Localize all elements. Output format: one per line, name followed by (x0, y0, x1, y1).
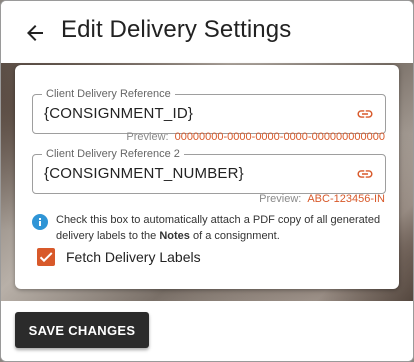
edit-delivery-settings-dialog: Edit Delivery Settings Client Delivery R… (0, 0, 414, 362)
client-delivery-reference-2-field[interactable]: Client Delivery Reference 2 {CONSIGNMENT… (32, 147, 386, 194)
preview-line: Preview: 00000000-0000-0000-0000-00000000… (126, 131, 385, 143)
field-value: {CONSIGNMENT_NUMBER} (44, 165, 244, 182)
preview-value: ABC-123456-IN (307, 193, 385, 205)
dialog-footer: SAVE CHANGES (1, 301, 413, 361)
dialog-header: Edit Delivery Settings (1, 1, 413, 63)
info-icon (32, 214, 48, 230)
preview-label: Preview: (126, 131, 169, 143)
checkmark-icon (39, 252, 53, 263)
fetch-delivery-labels-row[interactable]: Fetch Delivery Labels (37, 248, 201, 266)
field-label: Client Delivery Reference 2 (42, 147, 184, 161)
info-note: Check this box to automatically attach a… (32, 212, 392, 244)
arrow-left-icon (27, 25, 43, 41)
preview-line: Preview: ABC-123456-IN (259, 193, 385, 205)
link-icon[interactable] (355, 165, 375, 183)
field-value: {CONSIGNMENT_ID} (44, 105, 194, 122)
link-icon[interactable] (355, 105, 375, 123)
notes-bold: Notes (159, 230, 190, 242)
settings-card: Client Delivery Reference {CONSIGNMENT_I… (15, 65, 399, 289)
back-button[interactable] (23, 21, 47, 45)
client-delivery-reference-field[interactable]: Client Delivery Reference {CONSIGNMENT_I… (32, 87, 386, 134)
fetch-delivery-labels-checkbox[interactable] (37, 248, 55, 266)
checkbox-label: Fetch Delivery Labels (66, 249, 201, 265)
preview-label: Preview: (259, 193, 302, 205)
preview-value: 00000000-0000-0000-0000-000000000000 (174, 131, 385, 143)
field-label: Client Delivery Reference (42, 87, 175, 101)
save-changes-button[interactable]: SAVE CHANGES (15, 312, 149, 348)
page-title: Edit Delivery Settings (61, 16, 292, 43)
info-text: Check this box to automatically attach a… (56, 214, 381, 242)
